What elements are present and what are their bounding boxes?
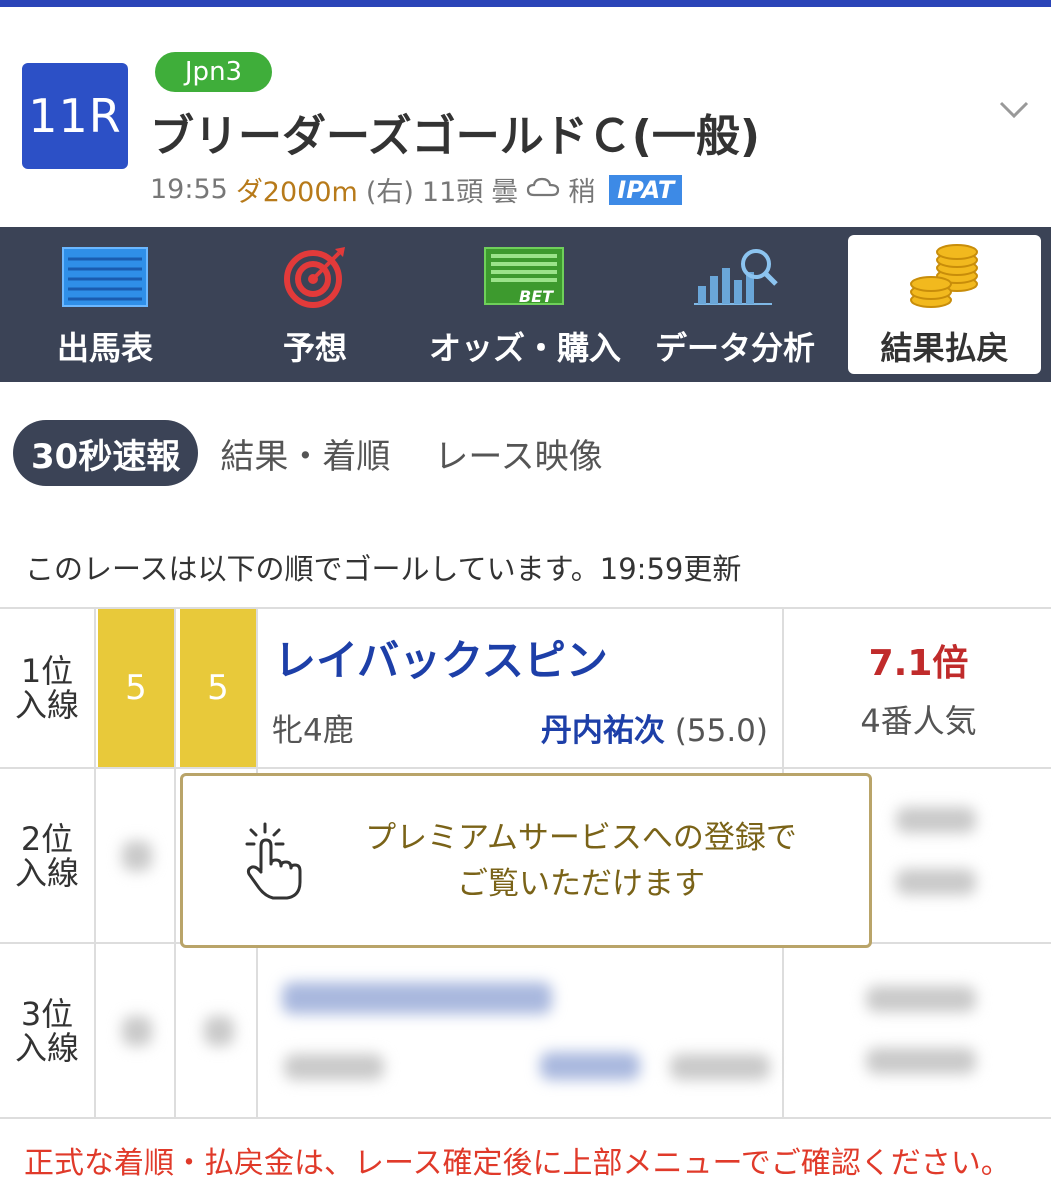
premium-register-prompt[interactable]: プレミアムサービスへの登録で ご覧いただけます (180, 773, 872, 948)
blurred-value (866, 986, 976, 1012)
rank-position: 3位 (20, 994, 74, 1033)
menu-race-card[interactable]: 出馬表 (0, 227, 210, 382)
blurred-value (122, 1016, 152, 1046)
odds-cell (786, 944, 1051, 1117)
odds-value: 7.1倍 (868, 643, 969, 684)
popularity: 4番人気 (860, 702, 977, 740)
race-number-badge: 11R (22, 63, 128, 169)
tab-30sec-report[interactable]: 30秒速報 (13, 420, 199, 486)
blurred-value (282, 982, 552, 1014)
weather-label: 曇 (491, 177, 519, 208)
premium-message: プレミアムサービスへの登録で ご覧いただけます (333, 815, 829, 907)
blurred-value (670, 1054, 770, 1080)
menu-label: データ分析 (654, 329, 815, 367)
race-meta: 19:55 ダ2000m (右) 11頭 曇 稍 IPAT (150, 170, 683, 209)
horse-name-link[interactable]: レイバックスピン (274, 627, 608, 688)
table-row: 3位 入線 (0, 944, 1051, 1119)
tab-result-order[interactable]: 結果・着順 (220, 429, 390, 478)
race-title: ブリーダーズゴールドＣ(一般) (150, 111, 761, 162)
menu-odds-buy[interactable]: BET オッズ・購入 (420, 227, 630, 382)
menu-label: オッズ・購入 (428, 329, 621, 367)
top-accent-line (0, 0, 1051, 7)
race-menu-bar: 出馬表 予想 BET オッズ・購入 データ分析 結果払戻 (0, 227, 1051, 382)
distance: ダ2000m (235, 177, 358, 208)
menu-results-payout[interactable]: 結果払戻 (848, 235, 1041, 374)
frame-number-cell (98, 944, 176, 1117)
race-number: 11R (28, 89, 122, 143)
grade-label: Jpn3 (184, 57, 243, 87)
rank-position: 1位 (20, 652, 74, 690)
rank-status: 入線 (14, 686, 79, 724)
rank-cell: 3位 入線 (0, 944, 96, 1117)
rank-cell: 2位 入線 (0, 769, 96, 942)
menu-label: 出馬表 (56, 329, 153, 367)
blurred-value (122, 841, 152, 871)
table-row: 1位 入線 5 5 レイバックスピン 牝4鹿 丹内祐次 (55.0) 7.1倍 … (0, 609, 1051, 769)
rank-status: 入線 (14, 1028, 79, 1067)
frame-number-cell: 5 (98, 609, 176, 767)
odds-cell: 7.1倍 4番人気 (786, 609, 1051, 767)
blurred-value (204, 1016, 234, 1046)
chart-search-icon (690, 245, 780, 309)
menu-prediction[interactable]: 予想 (210, 227, 420, 382)
tab-race-video[interactable]: レース映像 (434, 429, 602, 478)
horse-number-cell: 5 (180, 609, 258, 767)
menu-label: 結果払戻 (880, 329, 1009, 367)
rank-cell: 1位 入線 (0, 609, 96, 767)
horse-cell: レイバックスピン 牝4鹿 丹内祐次 (55.0) (260, 609, 784, 767)
horse-number-cell (180, 944, 258, 1117)
premium-message-line1: プレミアムサービスへの登録で (365, 819, 797, 856)
official-result-notice: 正式な着順・払戻金は、レース確定後に上部メニューでご確認ください。 (24, 1146, 1011, 1181)
jockey-name-link[interactable]: 丹内祐次 (541, 713, 665, 749)
coins-icon (907, 244, 983, 309)
blurred-value (284, 1054, 384, 1080)
race-card-icon (62, 245, 148, 309)
rank-status: 入線 (14, 853, 79, 892)
runner-count: 11頭 (421, 177, 484, 208)
menu-label: 予想 (282, 329, 347, 367)
blurred-value (896, 807, 976, 833)
blurred-value (896, 869, 976, 895)
premium-message-line2: ご覧いただけます (457, 865, 705, 902)
tap-hand-icon (213, 820, 333, 902)
menu-data-analysis[interactable]: データ分析 (630, 227, 840, 382)
svg-text:BET: BET (519, 287, 554, 306)
jockey-info: 丹内祐次 (55.0) (541, 705, 768, 750)
direction: (右) (365, 177, 414, 208)
bet-sheet-icon: BET (483, 245, 567, 309)
rank-position: 2位 (20, 819, 74, 858)
blurred-value (540, 1052, 640, 1080)
result-subtabs: 30秒速報 結果・着順 レース映像 (13, 420, 647, 486)
grade-badge: Jpn3 (155, 52, 272, 92)
horse-cell (260, 944, 784, 1117)
post-time: 19:55 (150, 174, 228, 205)
going-label: 稍 (568, 177, 596, 208)
target-icon (283, 245, 347, 309)
horse-sex-age: 牝4鹿 (272, 713, 354, 749)
chevron-down-icon[interactable] (996, 95, 1032, 125)
ipat-badge[interactable]: IPAT (609, 174, 683, 205)
jockey-weight: (55.0) (674, 713, 768, 749)
cloudy-icon (526, 174, 560, 205)
goal-order-notice: このレースは以下の順でゴールしています。19:59更新 (25, 552, 742, 586)
blurred-value (866, 1048, 976, 1074)
frame-number-cell (98, 769, 176, 942)
